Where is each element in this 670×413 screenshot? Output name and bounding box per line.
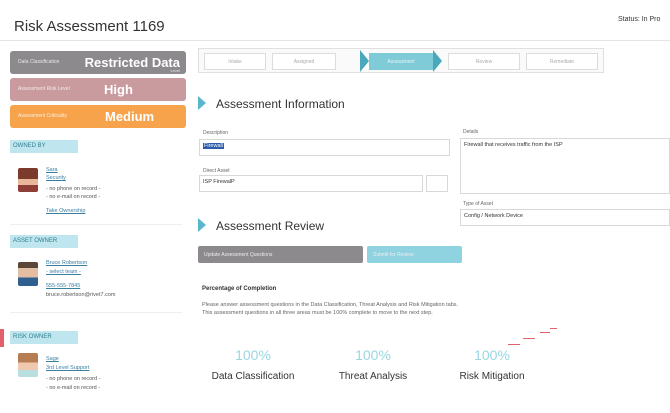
- description-value: Firewall: [203, 143, 224, 149]
- direct-asset-lookup-button[interactable]: [426, 175, 448, 192]
- step-assessment[interactable]: Assessment: [369, 53, 433, 70]
- owner-team-link[interactable]: Security: [46, 175, 66, 182]
- description-label: Description: [203, 130, 229, 136]
- step-arrow-icon: [433, 50, 442, 72]
- criticality-caption: Assessment Criticality: [18, 113, 67, 119]
- section-marker-icon: [198, 96, 206, 110]
- data-classification-label: Data Classification: [211, 371, 295, 382]
- risk-owner-phone: - no phone on record -: [46, 376, 101, 382]
- risk-mitigation-label: Risk Mitigation: [459, 371, 525, 382]
- completion-instructions-1: Please answer assessment questions in th…: [202, 302, 459, 308]
- step-review[interactable]: Review: [448, 53, 520, 70]
- take-ownership-link[interactable]: Take Ownership: [46, 208, 85, 215]
- asset-type-label: Type of Asset: [463, 201, 494, 207]
- threat-analysis-percent: 100%: [355, 347, 391, 363]
- asset-owner-team-select[interactable]: - select team -: [46, 269, 81, 276]
- step-arrow-icon: [360, 50, 369, 72]
- asset-owner-name-link[interactable]: Bruce Robertson: [46, 260, 87, 267]
- annotation-dash: [523, 338, 535, 339]
- annotation-dash: [540, 332, 550, 333]
- avatar-sage: [18, 353, 38, 377]
- header-divider: [0, 40, 670, 41]
- annotation-dash: [550, 328, 557, 329]
- risk-mitigation-percent: 100%: [474, 347, 510, 363]
- annotation-dash: [508, 344, 520, 345]
- data-classification-caption: Data Classification: [18, 59, 60, 65]
- details-label: Details: [463, 129, 479, 135]
- criticality-badge: Assessment Criticality Medium: [10, 105, 186, 128]
- data-classification-value: Restricted Data: [84, 55, 180, 70]
- criticality-value: Medium: [105, 109, 155, 124]
- divider: [10, 312, 182, 313]
- owner-name-link[interactable]: Sara: [46, 167, 58, 174]
- direct-asset-label: Direct Asset: [203, 168, 230, 174]
- update-questions-button[interactable]: Update Assessment Questions: [198, 246, 363, 263]
- owner-phone: - no phone on record -: [46, 186, 101, 192]
- owner-email: - no e-mail on record -: [46, 194, 101, 200]
- risk-owner-header: RISK OWNER: [10, 331, 78, 344]
- assessment-review-heading: Assessment Review: [216, 219, 325, 233]
- risk-owner-name-link[interactable]: Sage: [46, 356, 59, 363]
- asset-owner-email: bruce.robertson@rivet7.com: [46, 292, 116, 298]
- data-classification-badge: Data Classification Restricted Data Leve…: [10, 51, 186, 74]
- active-marker: [0, 329, 4, 347]
- avatar-bruce: [18, 262, 38, 286]
- section-marker-icon: [198, 218, 206, 232]
- data-classification-percent: 100%: [235, 347, 271, 363]
- step-assigned[interactable]: Assigned: [272, 53, 336, 70]
- asset-owner-header: ASSET OWNER: [10, 235, 78, 248]
- completion-instructions-2: This assessment questions in all three a…: [202, 310, 433, 316]
- risk-level-value: High: [104, 82, 133, 97]
- status-label: Status: In Pro: [618, 16, 661, 23]
- data-classification-tiny: Level: [170, 68, 180, 73]
- risk-level-badge: Assessment Risk Level High: [10, 78, 186, 101]
- divider: [10, 224, 182, 225]
- submit-review-button[interactable]: Submit for Review: [367, 246, 462, 263]
- completion-title: Percentage of Completion: [202, 286, 277, 292]
- avatar-sara: [18, 168, 38, 192]
- page-title: Risk Assessment 1169: [14, 18, 165, 35]
- assessment-information-heading: Assessment Information: [216, 97, 345, 111]
- risk-owner-email: - no e-mail on record -: [46, 385, 101, 391]
- description-field[interactable]: Firewall: [199, 139, 450, 156]
- asset-type-select[interactable]: Config / Network Device: [460, 209, 670, 226]
- risk-owner-team-link[interactable]: 3rd Level Support: [46, 365, 89, 372]
- threat-analysis-label: Threat Analysis: [338, 371, 408, 382]
- owned-by-header: OWNED BY: [10, 140, 78, 153]
- direct-asset-field[interactable]: ISP FirewalP: [199, 175, 423, 192]
- risk-level-caption: Assessment Risk Level: [18, 86, 70, 92]
- details-textarea[interactable]: Firewall that receives traffic from the …: [460, 138, 670, 194]
- step-intake[interactable]: Intake: [204, 53, 266, 70]
- asset-owner-phone[interactable]: 555-555-7845: [46, 283, 80, 290]
- step-remediate[interactable]: Remediate: [526, 53, 598, 70]
